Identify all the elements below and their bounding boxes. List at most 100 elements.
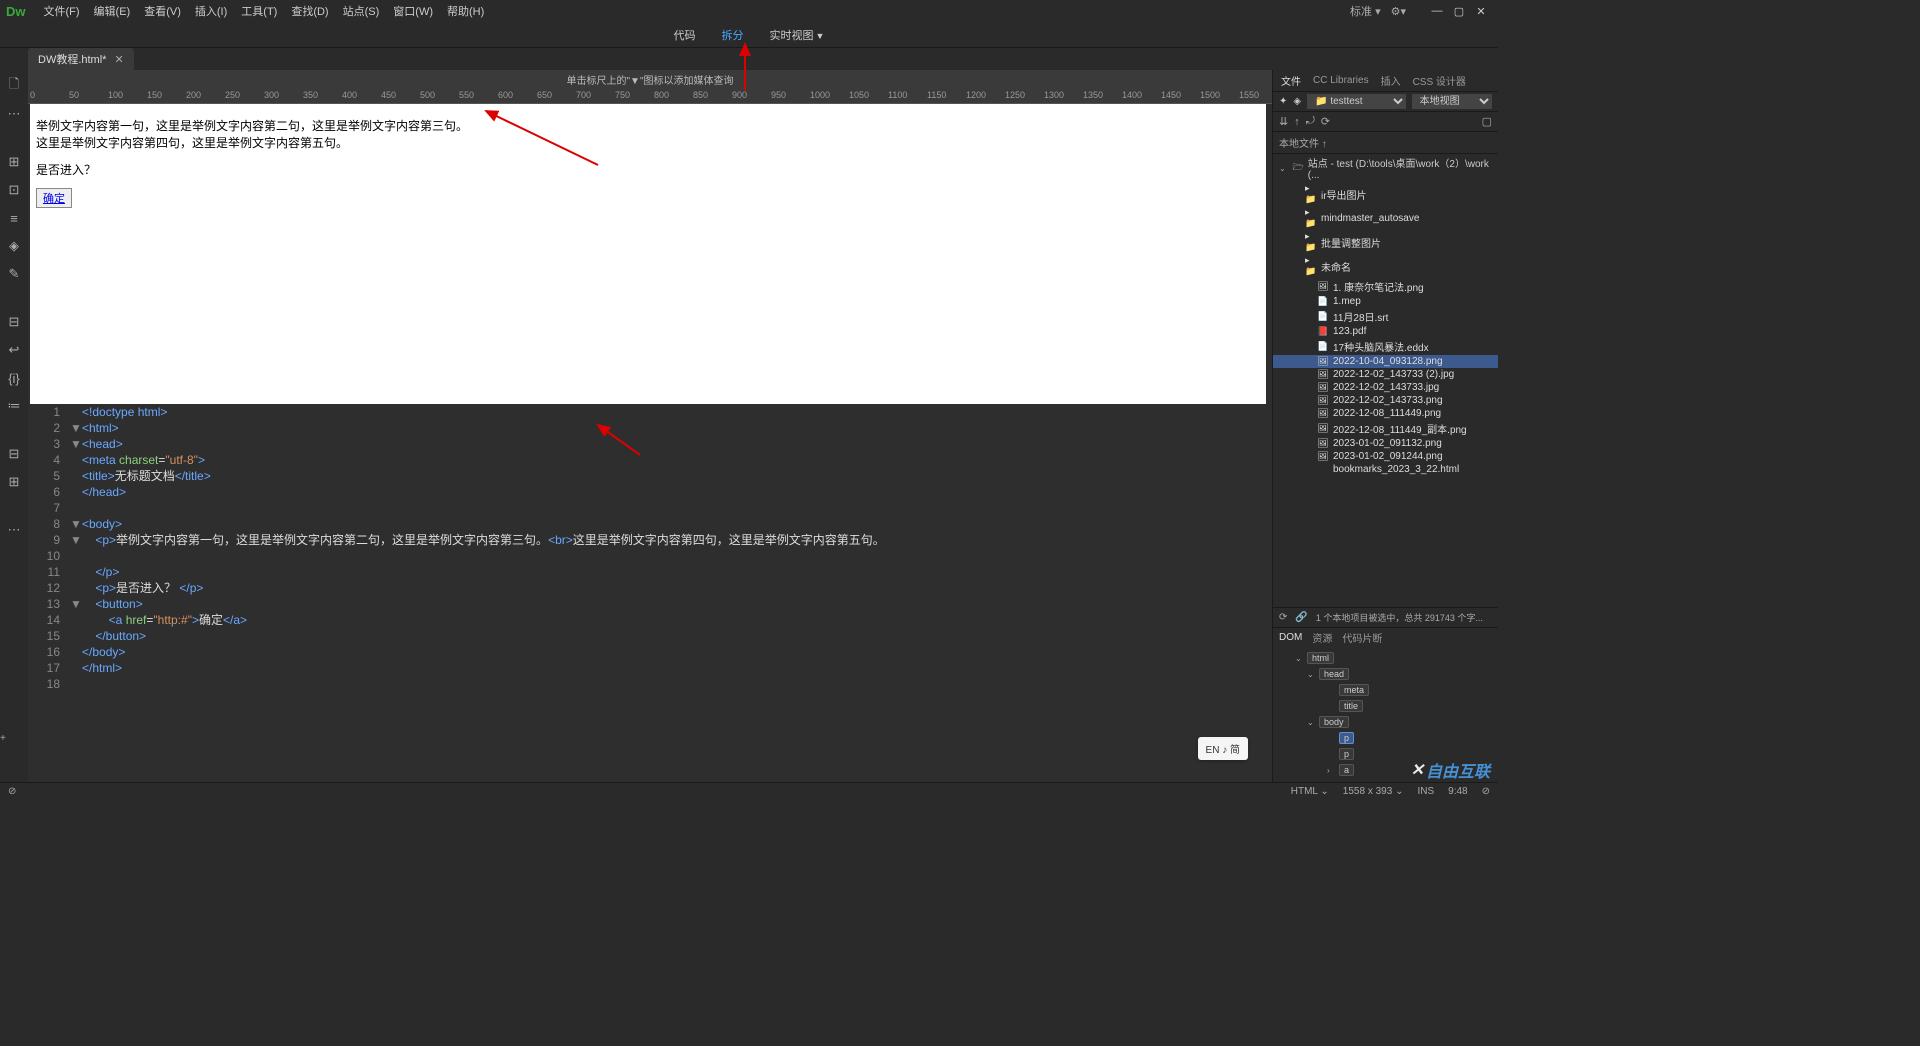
tool-format-icon[interactable]: ≔ <box>6 398 22 414</box>
expand-icon[interactable]: ▢ <box>1482 115 1492 128</box>
tool-collapse-icon[interactable]: ⊟ <box>6 446 22 462</box>
tool-indent-icon[interactable]: {i} <box>6 370 22 386</box>
tool-manage-icon[interactable]: ⋯ <box>6 106 22 122</box>
panel-tab-insert[interactable]: 插入 <box>1381 73 1401 88</box>
tree-item[interactable]: 🖼2022-10-04_093128.png <box>1273 355 1498 368</box>
preview-confirm-button[interactable]: 确定 <box>36 188 72 208</box>
tree-item[interactable]: ▸📁批量调整图片 <box>1273 230 1498 254</box>
view-code[interactable]: 代码 <box>670 24 700 46</box>
code-line[interactable]: 1<!doctype html> <box>28 404 1272 420</box>
code-line[interactable]: 4<meta charset="utf-8"> <box>28 452 1272 468</box>
sync-status-icon[interactable]: ⟳ <box>1279 612 1287 623</box>
tree-item[interactable]: 🖼2022-12-02_143733.jpg <box>1273 381 1498 394</box>
code-line[interactable]: 13▼ <button> <box>28 596 1272 612</box>
tab-close-icon[interactable]: ✕ <box>114 53 123 66</box>
ime-indicator[interactable]: EN ♪ 简 <box>1198 737 1248 760</box>
tool-wrap-icon[interactable]: ↩ <box>6 342 22 358</box>
sync-icon[interactable]: ⚙▾ <box>1391 5 1406 18</box>
dom-tab[interactable]: DOM <box>1279 632 1302 643</box>
menu-item[interactable]: 站点(S) <box>337 1 386 21</box>
tool-comment-icon[interactable]: ⊟ <box>6 314 22 330</box>
tree-item[interactable]: 📄1.mep <box>1273 295 1498 308</box>
define-site-icon[interactable]: ✦ <box>1279 96 1287 107</box>
code-line[interactable]: 18 <box>28 676 1272 692</box>
code-line[interactable]: 16</body> <box>28 644 1272 660</box>
menu-item[interactable]: 编辑(E) <box>88 1 137 21</box>
tree-item[interactable]: 📄17种头脑风暴法.eddx <box>1273 338 1498 355</box>
minimize-button[interactable]: — <box>1426 3 1448 19</box>
menu-item[interactable]: 帮助(H) <box>441 1 490 21</box>
tool-expand-icon[interactable]: ◈ <box>6 238 22 254</box>
status-indicator-icon[interactable]: ⊘ <box>8 786 16 797</box>
put-icon[interactable]: ↑ <box>1294 116 1300 128</box>
status-encoding[interactable]: ⊘ <box>1482 786 1490 797</box>
code-line[interactable]: 11 </p> <box>28 564 1272 580</box>
panel-tab-cc[interactable]: CC Libraries <box>1313 75 1369 86</box>
menu-item[interactable]: 查找(D) <box>285 1 334 21</box>
maximize-button[interactable]: ▢ <box>1448 3 1470 19</box>
menu-item[interactable]: 插入(I) <box>189 1 233 21</box>
dom-node[interactable]: ⌄body <box>1279 714 1492 730</box>
tool-guides-icon[interactable]: ≡ <box>6 210 22 226</box>
code-line[interactable]: 9▼ <p>举例文字内容第一句，这里是举例文字内容第二句，这里是举例文字内容第三… <box>28 532 1272 548</box>
code-line[interactable]: 5<title>无标题文档</title> <box>28 468 1272 484</box>
tool-ruler-icon[interactable]: ⊞ <box>6 154 22 170</box>
live-preview[interactable]: 举例文字内容第一句，这里是举例文字内容第二句，这里是举例文字内容第三句。 这里是… <box>30 104 1266 404</box>
status-ins[interactable]: INS <box>1417 786 1434 797</box>
dom-node[interactable]: title <box>1279 698 1492 714</box>
tree-item[interactable]: 🖼2022-12-08_111449.png <box>1273 407 1498 420</box>
tree-item[interactable]: 🖼1. 康奈尔笔记法.png <box>1273 278 1498 295</box>
link-icon[interactable]: 🔗 <box>1295 612 1307 623</box>
code-line[interactable]: 3▼<head> <box>28 436 1272 452</box>
get-icon[interactable]: ⇊ <box>1279 115 1288 128</box>
tree-item[interactable]: 🖼2022-12-02_143733.png <box>1273 394 1498 407</box>
code-line[interactable]: 2▼<html> <box>28 420 1272 436</box>
tool-brush-icon[interactable]: ✎ <box>6 266 22 282</box>
local-files-header[interactable]: 本地文件 ↑ <box>1273 132 1498 154</box>
code-line[interactable]: 12 <p>是否进入？ </p> <box>28 580 1272 596</box>
status-lang[interactable]: HTML ⌄ <box>1291 786 1329 797</box>
tree-item[interactable]: 🖼2022-12-08_111449_副本.png <box>1273 420 1498 437</box>
view-live[interactable]: 实时视图▼ <box>766 24 829 46</box>
code-line[interactable]: 14 <a href="http:#">确定</a> <box>28 612 1272 628</box>
refresh-icon[interactable]: ⟳ <box>1321 115 1330 128</box>
menu-item[interactable]: 文件(F) <box>38 1 86 21</box>
file-tab[interactable]: DW教程.html* ✕ <box>28 48 134 70</box>
tool-preview-icon[interactable]: ⊞ <box>6 474 22 490</box>
tool-grid-icon[interactable]: ⊡ <box>6 182 22 198</box>
site-select[interactable]: 📁 testtest <box>1307 94 1406 109</box>
code-line[interactable]: 7 <box>28 500 1272 516</box>
connect-icon[interactable]: ◈ <box>1293 96 1301 107</box>
assets-tab[interactable]: 资源 <box>1312 630 1332 645</box>
tree-item[interactable]: ▸📁ir导出图片 <box>1273 182 1498 206</box>
tool-file-icon[interactable]: 🗋 <box>6 78 22 94</box>
code-line[interactable]: 6</head> <box>28 484 1272 500</box>
view-select[interactable]: 本地视图 <box>1412 94 1492 109</box>
tree-site-root[interactable]: ⌄🗁 站点 - test (D:\tools\桌面\work（2）\work (… <box>1273 154 1498 182</box>
code-line[interactable]: 17</html> <box>28 660 1272 676</box>
menu-item[interactable]: 窗口(W) <box>387 1 439 21</box>
tree-item[interactable]: 🖼2023-01-02_091132.png <box>1273 437 1498 450</box>
horizontal-ruler[interactable]: 0501001502002503003504004505005506006507… <box>28 88 1272 104</box>
dom-node[interactable]: ⌄head <box>1279 666 1492 682</box>
dom-node[interactable]: +p <box>1279 730 1492 746</box>
tree-item[interactable]: ▸📁未命名 <box>1273 254 1498 278</box>
tree-item[interactable]: ▸📁mindmaster_autosave <box>1273 206 1498 230</box>
menu-item[interactable]: 查看(V) <box>138 1 187 21</box>
tree-item[interactable]: 📄11月28日.srt <box>1273 308 1498 325</box>
menu-item[interactable]: 工具(T) <box>235 1 283 21</box>
panel-tab-css[interactable]: CSS 设计器 <box>1413 73 1466 88</box>
view-split[interactable]: 拆分 <box>718 24 748 46</box>
dom-node[interactable]: meta <box>1279 682 1492 698</box>
tree-item[interactable]: bookmarks_2023_3_22.html <box>1273 463 1498 476</box>
code-line[interactable]: 8▼<body> <box>28 516 1272 532</box>
tree-item[interactable]: 🖼2022-12-02_143733 (2).jpg <box>1273 368 1498 381</box>
code-editor[interactable]: 1<!doctype html>2▼<html>3▼<head>4<meta c… <box>28 404 1272 782</box>
dom-node[interactable]: ⌄html <box>1279 650 1492 666</box>
snippets-tab[interactable]: 代码片断 <box>1342 630 1382 645</box>
code-line[interactable]: 10 <box>28 548 1272 564</box>
close-button[interactable]: ✕ <box>1470 3 1492 19</box>
workspace-dropdown[interactable]: 标准 ▾ <box>1350 3 1381 19</box>
code-line[interactable]: 15 </button> <box>28 628 1272 644</box>
panel-tab-files[interactable]: 文件 <box>1281 73 1301 88</box>
